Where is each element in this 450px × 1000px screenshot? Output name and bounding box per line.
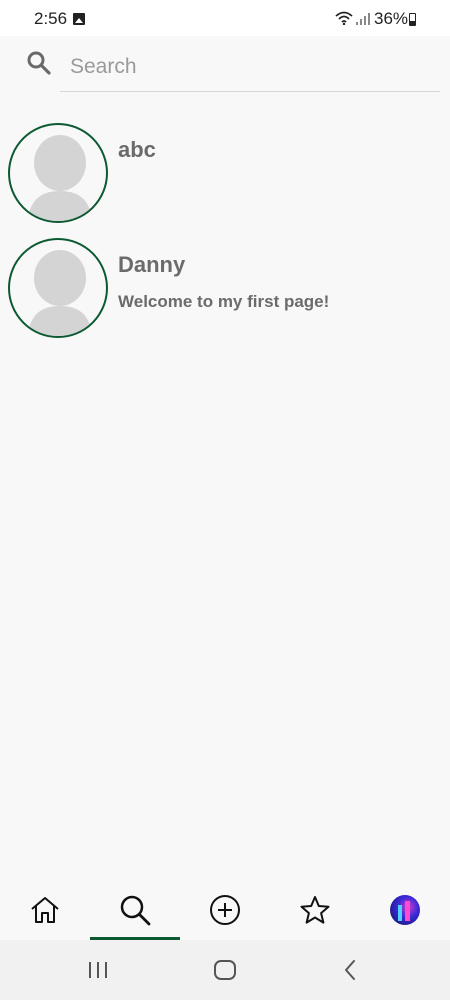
tab-add[interactable] <box>180 880 270 940</box>
image-icon <box>73 13 85 25</box>
add-circle-icon <box>210 895 240 925</box>
wifi-icon <box>335 11 353 25</box>
status-bar: 2:56 36% <box>0 0 450 36</box>
status-time: 2:56 <box>34 9 68 28</box>
signal-icon <box>356 13 370 25</box>
home-icon <box>31 897 59 923</box>
avatar[interactable] <box>8 238 108 338</box>
recents-button[interactable] <box>78 956 118 984</box>
user-bio: Welcome to my first page! <box>118 292 330 311</box>
app-screen: 2:56 36% abc <box>0 0 450 1000</box>
user-name: Danny <box>118 252 186 277</box>
tab-home[interactable] <box>0 880 90 940</box>
back-button[interactable] <box>330 956 370 984</box>
default-avatar-icon <box>28 250 92 336</box>
back-icon <box>345 960 355 980</box>
system-nav-bar <box>0 940 450 1000</box>
default-avatar-icon <box>28 135 92 221</box>
home-circle-icon <box>214 960 236 980</box>
search-input[interactable] <box>60 42 440 92</box>
home-button[interactable] <box>205 956 245 984</box>
profile-avatar <box>390 895 420 925</box>
search-bar <box>0 36 450 94</box>
bottom-tab-bar <box>0 880 450 940</box>
recents-icon <box>89 962 107 978</box>
user-name: abc <box>118 137 156 162</box>
battery-icon <box>409 13 416 26</box>
avatar[interactable] <box>8 123 108 223</box>
tab-profile[interactable] <box>360 880 450 940</box>
user-list-item[interactable]: abc <box>0 123 450 227</box>
search-icon[interactable] <box>26 50 52 76</box>
user-list-item[interactable]: Danny Welcome to my first page! <box>0 238 450 342</box>
search-icon <box>120 895 151 926</box>
tab-search[interactable] <box>90 880 180 940</box>
tab-favorites[interactable] <box>270 880 360 940</box>
battery-percent: 36% <box>374 9 409 28</box>
star-icon <box>300 896 330 924</box>
